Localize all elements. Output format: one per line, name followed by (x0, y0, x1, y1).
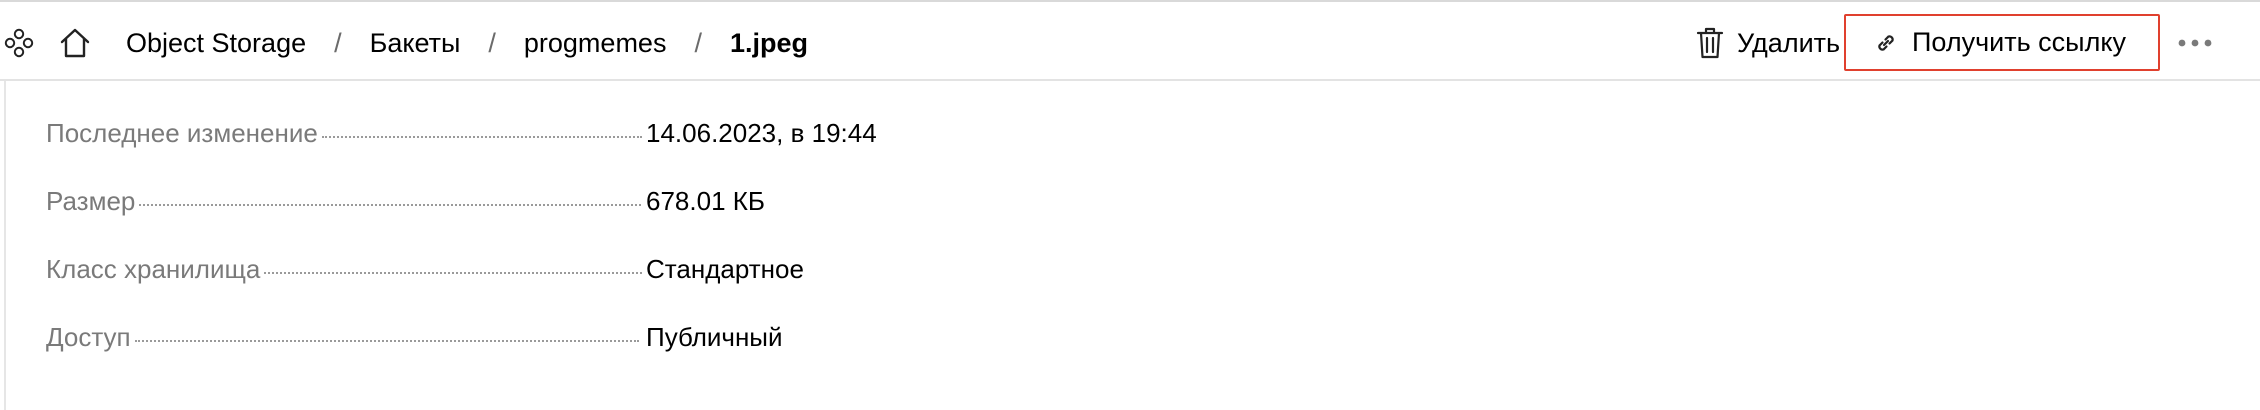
property-dotted-leader (264, 272, 643, 274)
property-value: 678.01 КБ (646, 186, 765, 216)
property-value: 14.06.2023, в 19:44 (646, 118, 877, 148)
services-grid-icon[interactable] (2, 26, 36, 60)
more-horizontal-icon[interactable] (2174, 26, 2216, 60)
delete-button-label: Удалить (1737, 27, 1841, 58)
property-label: Класс хранилища (46, 254, 261, 284)
panel-left-border (4, 81, 6, 410)
delete-button[interactable]: Удалить (1695, 20, 1840, 66)
breadcrumb: Object Storage / Бакеты / progmemes / 1.… (126, 23, 808, 63)
breadcrumb-separator: / (334, 27, 342, 58)
property-value: Публичный (646, 322, 783, 352)
breadcrumb-item-object-storage[interactable]: Object Storage (126, 28, 306, 59)
breadcrumb-separator: / (488, 27, 496, 58)
property-label: Размер (46, 186, 136, 216)
property-label: Доступ (46, 322, 131, 352)
breadcrumb-item-buckets[interactable]: Бакеты (370, 28, 461, 59)
property-row-access: Доступ Публичный (46, 322, 946, 390)
home-icon[interactable] (58, 26, 92, 60)
breadcrumb-item-bucket[interactable]: progmemes (524, 28, 667, 59)
property-value: Стандартное (646, 254, 804, 284)
property-dotted-leader (321, 136, 642, 138)
breadcrumb-current-object: 1.jpeg (729, 27, 808, 58)
property-row-size: Размер 678.01 КБ (46, 186, 946, 254)
get-link-button-label: Получить ссылку (1912, 27, 2126, 57)
property-row-last-modified: Последнее изменение 14.06.2023, в 19:44 (46, 118, 946, 186)
trash-icon (1696, 27, 1724, 59)
link-icon (1878, 34, 1894, 51)
top-bar: Object Storage / Бакеты / progmemes / 1.… (0, 0, 2260, 81)
property-label: Последнее изменение (46, 118, 318, 148)
object-properties: Последнее изменение 14.06.2023, в 19:44 … (46, 118, 946, 390)
property-dotted-leader (139, 204, 642, 206)
get-link-button[interactable]: Получить ссылку (1844, 14, 2160, 71)
property-dotted-leader (134, 340, 639, 342)
object-details-screen: Object Storage / Бакеты / progmemes / 1.… (0, 0, 2260, 410)
property-row-storage-class: Класс хранилища Стандартное (46, 254, 946, 322)
breadcrumb-separator: / (694, 27, 702, 58)
